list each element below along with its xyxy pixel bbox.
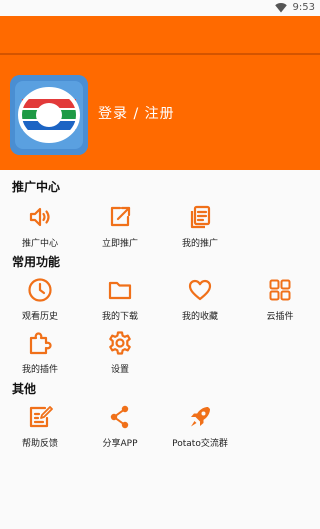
promotion-center-button[interactable]: 推广中心 (8, 204, 72, 249)
my-downloads-button[interactable]: 我的下载 (88, 277, 152, 322)
document-list-icon (190, 205, 211, 229)
help-feedback-label: 帮助反馈 (21, 439, 58, 449)
section-title-other: 其他 (12, 382, 37, 396)
status-time: 9:53 (292, 2, 315, 13)
login-register-link[interactable]: 登录 / 注册 (98, 103, 175, 123)
my-promotion-label: 我的推广 (181, 239, 218, 249)
share-app-button[interactable]: 分享APP (88, 404, 152, 449)
folder-icon (108, 281, 132, 300)
feedback-edit-icon (29, 406, 53, 428)
my-downloads-label: 我的下载 (101, 312, 138, 322)
watch-history-label: 观看历史 (21, 312, 58, 322)
my-promotion-button[interactable]: 我的推广 (168, 204, 232, 249)
my-plugins-label: 我的插件 (21, 365, 58, 375)
cloud-plugins-label: 云插件 (266, 312, 294, 322)
settings-label: 设置 (110, 365, 129, 375)
grid-icon (269, 279, 291, 301)
share-app-label: 分享APP (102, 439, 138, 449)
rocket-icon (191, 407, 210, 427)
potato-group-label: Potato交流群 (172, 439, 228, 449)
gear-icon (109, 331, 131, 355)
potato-group-button[interactable]: Potato交流群 (168, 404, 232, 449)
share-nodes-icon (110, 405, 129, 429)
help-feedback-button[interactable]: 帮助反馈 (8, 404, 72, 449)
app-bar (0, 16, 320, 53)
speaker-icon (29, 207, 50, 227)
promote-now-label: 立即推广 (101, 239, 138, 249)
my-favorites-label: 我的收藏 (181, 312, 218, 322)
section-title-promotion: 推广中心 (12, 180, 61, 194)
promotion-center-label: 推广中心 (21, 239, 58, 249)
puzzle-icon (29, 332, 52, 355)
share-out-icon (110, 206, 131, 227)
cloud-plugins-button[interactable]: 云插件 (248, 277, 312, 322)
clock-icon (28, 278, 52, 302)
wifi-icon (275, 3, 287, 13)
heart-icon (188, 279, 212, 301)
my-plugins-button[interactable]: 我的插件 (8, 330, 72, 375)
profile-header: 登录 / 注册 (0, 55, 320, 170)
tvb-logo-icon[interactable] (10, 75, 88, 155)
status-bar: 9:53 (0, 0, 320, 16)
my-favorites-button[interactable]: 我的收藏 (168, 277, 232, 322)
settings-button[interactable]: 设置 (88, 330, 152, 375)
section-title-common: 常用功能 (12, 255, 61, 269)
promote-now-button[interactable]: 立即推广 (88, 204, 152, 249)
watch-history-button[interactable]: 观看历史 (8, 277, 72, 322)
